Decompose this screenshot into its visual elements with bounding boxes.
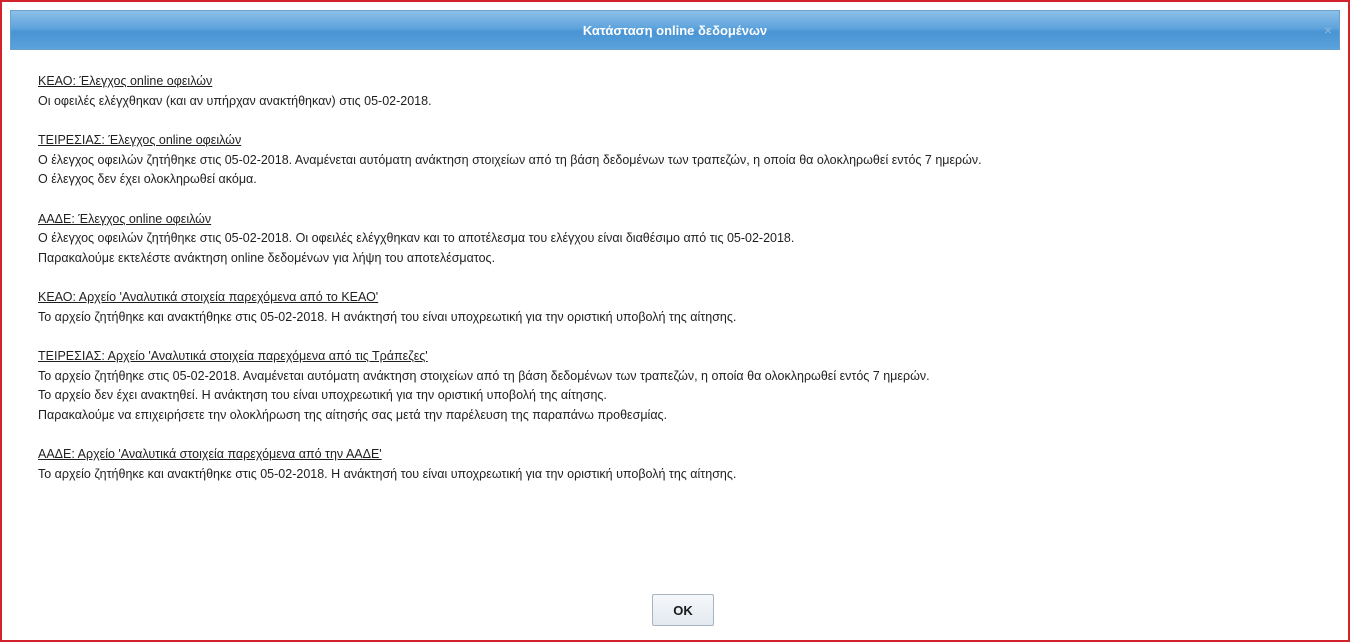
section-title: ΤΕΙΡΕΣΙΑΣ: Αρχείο 'Αναλυτικά στοιχεία πα… xyxy=(38,349,428,363)
section-text: Το αρχείο ζητήθηκε και ανακτήθηκε στις 0… xyxy=(38,309,737,324)
section-text: Το αρχείο ζητήθηκε και ανακτήθηκε στις 0… xyxy=(38,466,737,481)
section-teiresias-debts: ΤΕΙΡΕΣΙΑΣ: Έλεγχος online οφειλών Ο έλεγ… xyxy=(38,131,1328,190)
dialog-title: Κατάσταση online δεδομένων xyxy=(582,23,768,38)
section-teiresias-file: ΤΕΙΡΕΣΙΑΣ: Αρχείο 'Αναλυτικά στοιχεία πα… xyxy=(38,347,1328,425)
online-data-status-dialog: Κατάσταση online δεδομένων × ΚΕΑΟ: Έλεγχ… xyxy=(0,0,1350,642)
section-aade-file: ΑΑΔΕ: Αρχείο 'Αναλυτικά στοιχεία παρεχόμ… xyxy=(38,445,1328,484)
section-text: Οι οφειλές ελέγχθηκαν (και αν υπήρχαν αν… xyxy=(38,93,432,108)
section-keao-file: ΚΕΑΟ: Αρχείο 'Αναλυτικά στοιχεία παρεχόμ… xyxy=(38,288,1328,327)
section-title: ΚΕΑΟ: Έλεγχος online οφειλών xyxy=(38,74,213,88)
section-text: Το αρχείο ζητήθηκε στις 05-02-2018. Αναμ… xyxy=(38,368,930,383)
close-icon[interactable]: × xyxy=(1321,23,1335,37)
dialog-titlebar: Κατάσταση online δεδομένων × xyxy=(10,10,1340,50)
section-title: ΤΕΙΡΕΣΙΑΣ: Έλεγχος online οφειλών xyxy=(38,133,242,147)
section-text: Το αρχείο δεν έχει ανακτηθεί. Η ανάκτηση… xyxy=(38,388,607,402)
section-title: ΑΑΔΕ: Έλεγχος online οφειλών xyxy=(38,211,212,226)
section-text: Παρακαλούμε να επιχειρήσετε την ολοκλήρω… xyxy=(38,407,668,422)
section-text: Ο έλεγχος δεν έχει ολοκληρωθεί ακόμα. xyxy=(38,172,257,186)
dialog-content: ΚΕΑΟ: Έλεγχος online οφειλών Οι οφειλές … xyxy=(38,72,1328,504)
section-keao-debts: ΚΕΑΟ: Έλεγχος online οφειλών Οι οφειλές … xyxy=(38,72,1328,111)
section-text: Ο έλεγχος οφειλών ζητήθηκε στις 05-02-20… xyxy=(38,152,982,167)
section-title: ΑΑΔΕ: Αρχείο 'Αναλυτικά στοιχεία παρεχόμ… xyxy=(38,447,382,461)
section-aade-debts: ΑΑΔΕ: Έλεγχος online οφειλών Ο έλεγχος ο… xyxy=(38,210,1328,269)
section-text: Παρακαλούμε εκτελέστε ανάκτηση online δε… xyxy=(38,250,496,265)
section-text: Ο έλεγχος οφειλών ζητήθηκε στις 05-02-20… xyxy=(38,231,795,245)
section-title: ΚΕΑΟ: Αρχείο 'Αναλυτικά στοιχεία παρεχόμ… xyxy=(38,290,379,304)
ok-button[interactable]: OK xyxy=(652,594,714,626)
